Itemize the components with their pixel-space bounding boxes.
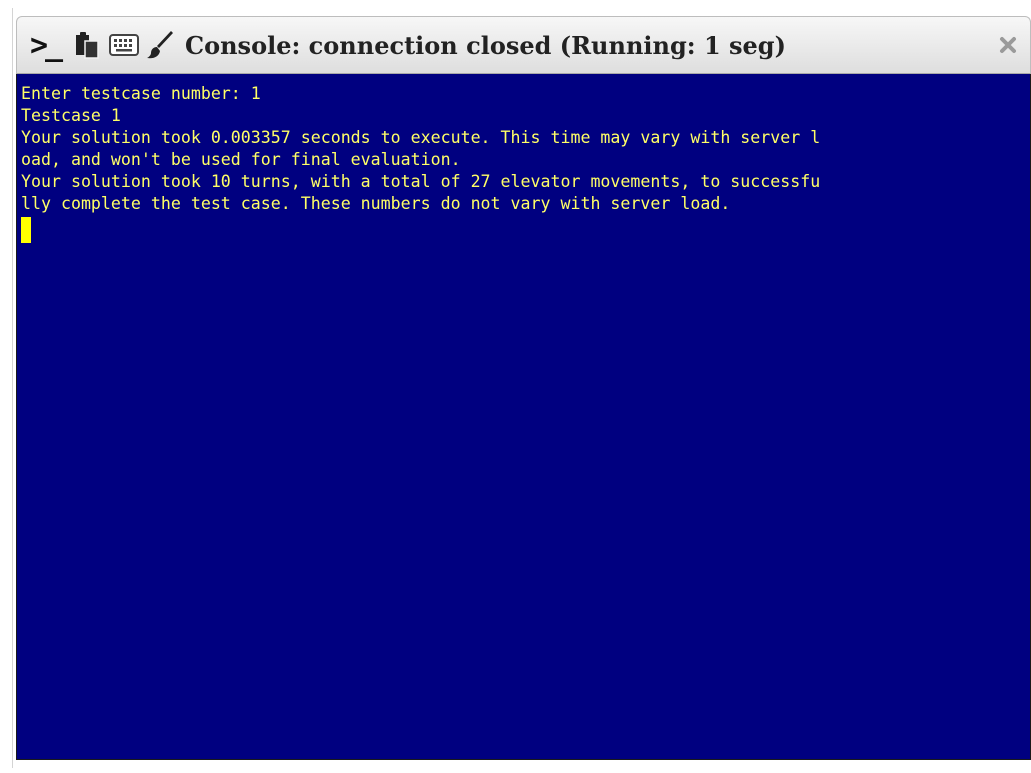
terminal-output[interactable]: Enter testcase number: 1 Testcase 1 Your… bbox=[16, 74, 1031, 760]
terminal-line: Testcase 1 bbox=[21, 106, 121, 125]
console-title: Console: connection closed (Running: 1 s… bbox=[185, 30, 786, 60]
page: >_ Console: connection closed (Running: … bbox=[0, 0, 1031, 773]
page-edge-line bbox=[12, 8, 13, 768]
terminal-line: Enter testcase number: 1 bbox=[21, 84, 261, 103]
terminal-line: Your solution took 0.003357 seconds to e… bbox=[21, 128, 821, 147]
console-titlebar: >_ Console: connection closed (Running: … bbox=[16, 16, 1031, 74]
terminal-line: oad, and won't be used for final evaluat… bbox=[21, 150, 461, 169]
close-button[interactable] bbox=[992, 29, 1024, 61]
terminal-line: lly complete the test case. These number… bbox=[21, 194, 731, 213]
console-window: >_ Console: connection closed (Running: … bbox=[16, 16, 1031, 760]
close-icon bbox=[1000, 37, 1016, 53]
keyboard-icon[interactable] bbox=[107, 28, 141, 62]
clipboard-icon[interactable] bbox=[70, 28, 104, 62]
prompt-icon[interactable]: >_ bbox=[23, 28, 67, 63]
paintbrush-icon[interactable] bbox=[144, 28, 178, 62]
terminal-line: Your solution took 10 turns, with a tota… bbox=[21, 172, 821, 191]
terminal-cursor bbox=[21, 217, 31, 243]
